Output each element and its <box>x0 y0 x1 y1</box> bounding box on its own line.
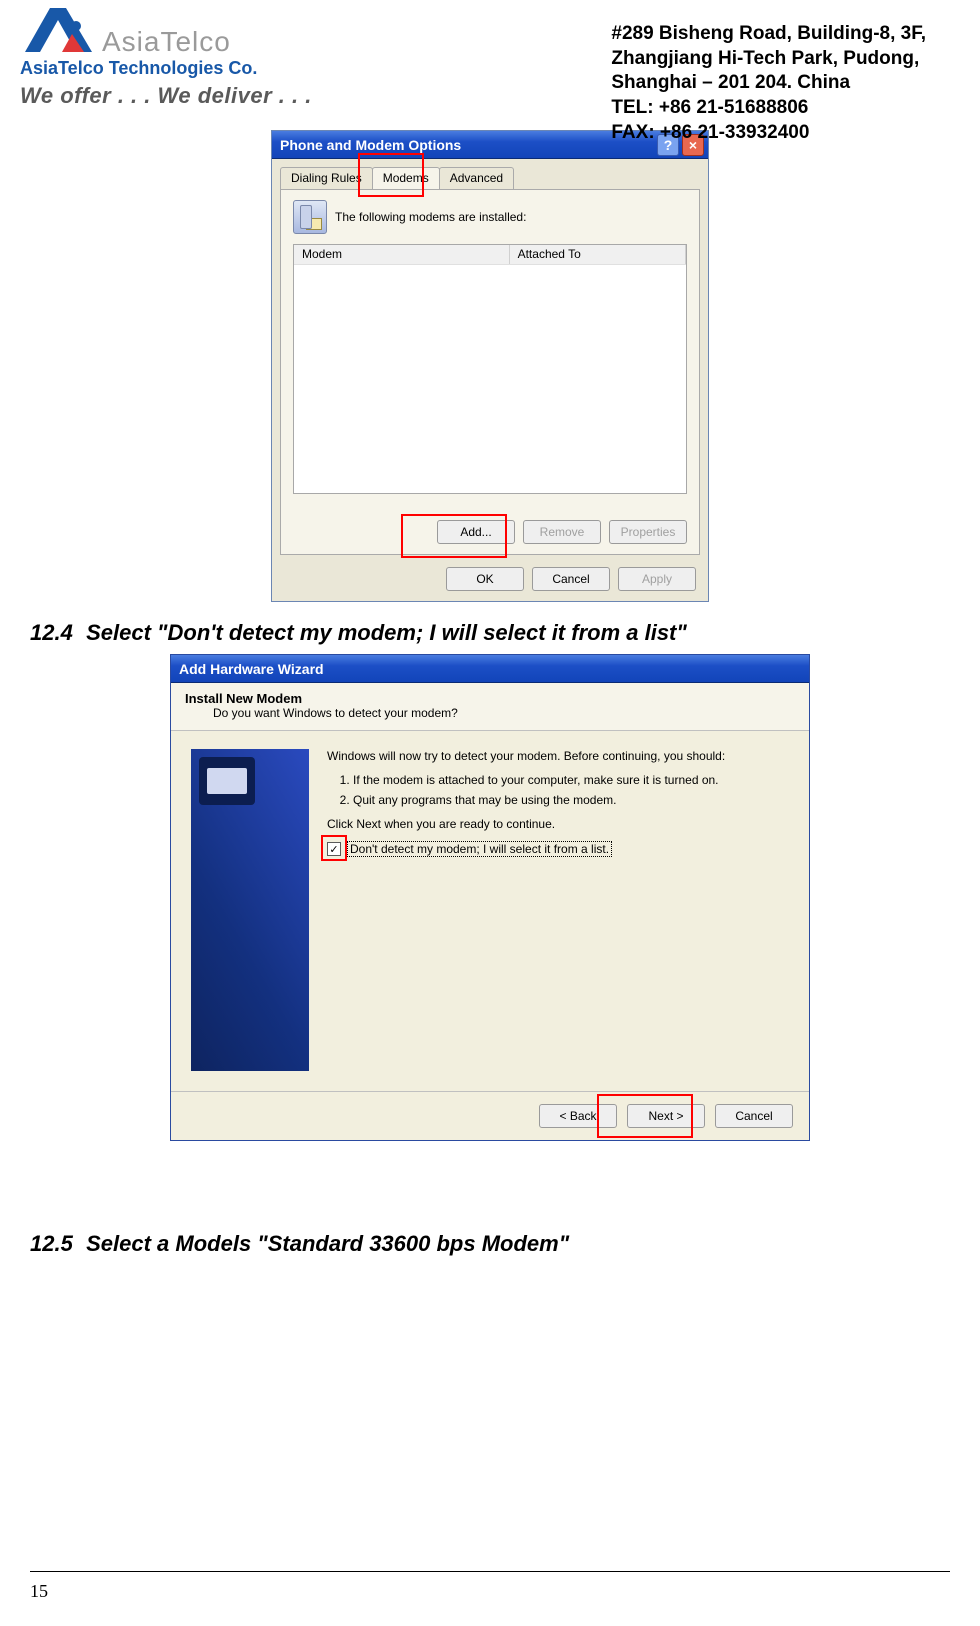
tab-advanced[interactable]: Advanced <box>439 167 514 189</box>
logo-icon <box>20 2 98 60</box>
addr-line: Shanghai – 201 204. China <box>611 71 926 96</box>
wizard-body: Windows will now try to detect your mode… <box>171 731 809 1091</box>
section-12-5: 12.5 Select a Models "Standard 33600 bps… <box>30 1231 980 1257</box>
modems-list[interactable]: Modem Attached To <box>293 244 687 494</box>
addr-line: Zhangjiang Hi-Tech Park, Pudong, <box>611 47 926 72</box>
highlight-checkbox <box>321 835 347 861</box>
wizard-step-2: Quit any programs that may be using the … <box>353 793 789 807</box>
page-header: AsiaTelco AsiaTelco Technologies Co. We … <box>0 0 980 130</box>
col-modem[interactable]: Modem <box>294 245 510 264</box>
tabs: Dialing Rules Modems Advanced <box>272 159 708 189</box>
page-number: 15 <box>30 1581 48 1602</box>
company-address: #289 Bisheng Road, Building-8, 3F, Zhang… <box>611 22 926 145</box>
cancel-button[interactable]: Cancel <box>532 567 610 591</box>
wizard-sidebar-art <box>191 749 309 1071</box>
wizard-click-next: Click Next when you are ready to continu… <box>327 817 789 831</box>
section-title: Select a Models "Standard 33600 bps Mode… <box>86 1231 569 1256</box>
remove-button: Remove <box>523 520 601 544</box>
dialog-footer: OK Cancel Apply <box>272 563 708 601</box>
installed-modems-label: The following modems are installed: <box>335 210 526 224</box>
wizard-footer: < Back Next > Cancel <box>171 1091 809 1140</box>
section-number: 12.5 <box>30 1231 80 1257</box>
titlebar[interactable]: Add Hardware Wizard <box>171 655 809 683</box>
col-attached[interactable]: Attached To <box>510 245 686 264</box>
highlight-add-button <box>401 514 507 558</box>
tab-panel: The following modems are installed: Mode… <box>280 189 700 555</box>
dialog-title: Phone and Modem Options <box>280 137 461 153</box>
wizard-header: Install New Modem Do you want Windows to… <box>171 683 809 731</box>
dialog-title: Add Hardware Wizard <box>179 661 324 677</box>
brand-asia: AsiaTelco <box>102 26 231 58</box>
wizard-subheading: Do you want Windows to detect your modem… <box>213 706 795 720</box>
section-12-4: 12.4 Select "Don't detect my modem; I wi… <box>30 620 980 646</box>
phone-modem-icon <box>293 200 327 234</box>
wizard-intro: Windows will now try to detect your mode… <box>327 749 789 763</box>
highlight-modems-tab <box>358 153 424 197</box>
fax-line: FAX: +86 21-33932400 <box>611 121 926 146</box>
tel-line: TEL: +86 21-51688806 <box>611 96 926 121</box>
wizard-step-1: If the modem is attached to your compute… <box>353 773 789 787</box>
fax-icon <box>199 757 255 805</box>
add-hardware-wizard: Add Hardware Wizard Install New Modem Do… <box>170 654 810 1141</box>
wizard-text: Windows will now try to detect your mode… <box>327 749 789 1071</box>
brand-sub: AsiaTelco Technologies Co. <box>20 58 312 79</box>
addr-line: #289 Bisheng Road, Building-8, 3F, <box>611 22 926 47</box>
footer-rule <box>30 1571 950 1572</box>
apply-button: Apply <box>618 567 696 591</box>
section-title: Select "Don't detect my modem; I will se… <box>86 620 687 645</box>
highlight-next-button <box>597 1094 693 1138</box>
phone-modem-dialog: Phone and Modem Options ? × Dialing Rule… <box>271 130 709 602</box>
ok-button[interactable]: OK <box>446 567 524 591</box>
tagline: We offer . . . We deliver . . . <box>20 83 312 109</box>
cancel-button[interactable]: Cancel <box>715 1104 793 1128</box>
section-number: 12.4 <box>30 620 80 646</box>
logo-block: AsiaTelco AsiaTelco Technologies Co. We … <box>20 2 312 109</box>
dont-detect-row[interactable]: ✓ Don't detect my modem; I will select i… <box>327 841 789 857</box>
dont-detect-label: Don't detect my modem; I will select it … <box>347 841 612 857</box>
properties-button: Properties <box>609 520 687 544</box>
wizard-heading: Install New Modem <box>185 691 795 706</box>
